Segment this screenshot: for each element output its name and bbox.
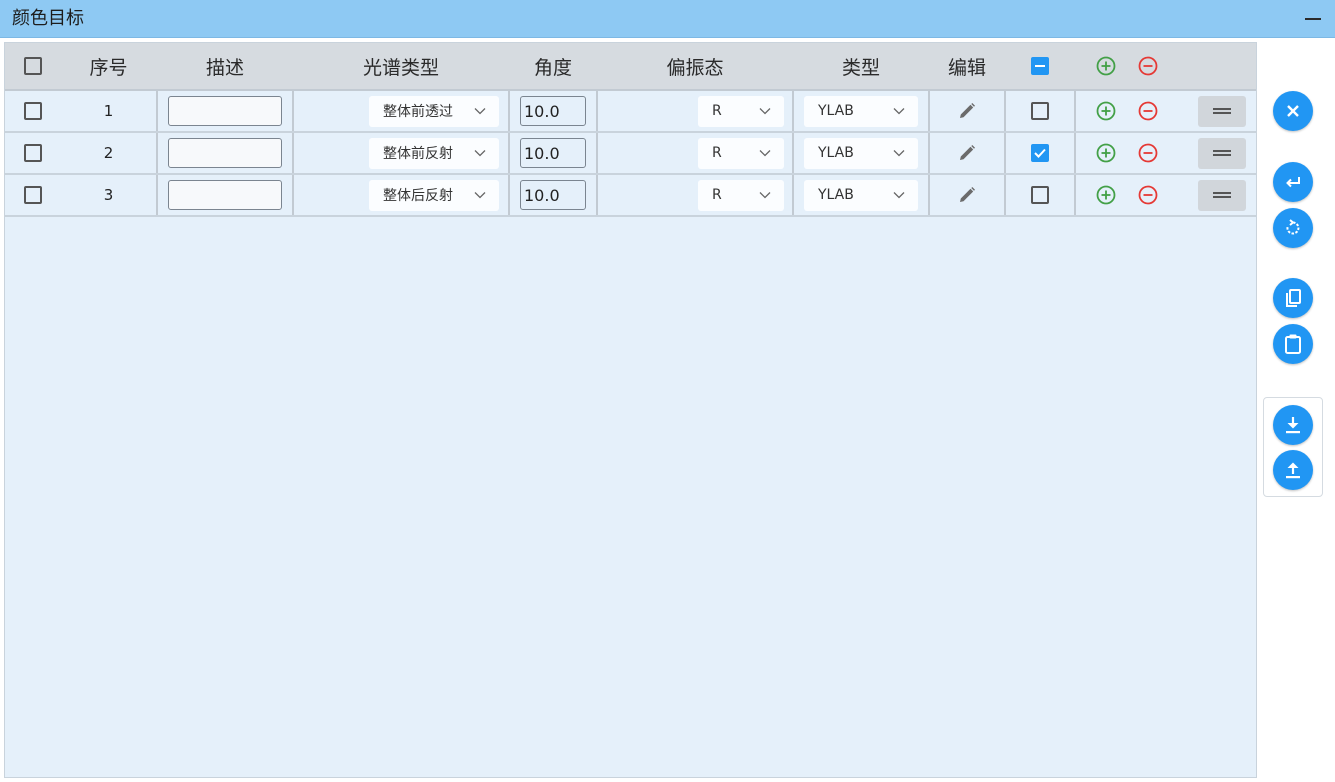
table-row[interactable]: 2 整体前反射 10.0 R YLAB <box>5 133 1256 175</box>
add-circle-icon[interactable] <box>1096 56 1116 76</box>
add-circle-icon[interactable] <box>1096 185 1116 205</box>
remove-circle-icon[interactable] <box>1138 56 1158 76</box>
window-title: 颜色目标 <box>12 8 84 29</box>
row-select-checkbox[interactable] <box>24 186 42 204</box>
type-value: YLAB <box>818 187 854 203</box>
drag-handle[interactable] <box>1198 95 1246 127</box>
header-actions <box>1076 43 1256 89</box>
angle-input[interactable]: 10.0 <box>520 138 586 168</box>
minimize-button[interactable] <box>1305 18 1321 20</box>
copy-icon <box>1286 289 1301 307</box>
header-select-all <box>5 43 61 89</box>
spectrum-value: 整体后反射 <box>383 188 453 204</box>
close-button[interactable] <box>1273 91 1313 131</box>
type-select[interactable]: YLAB <box>804 137 918 169</box>
paste-button[interactable] <box>1273 324 1313 364</box>
table-row[interactable]: 3 整体后反射 10.0 R YLAB <box>5 175 1256 217</box>
enabled-all-checkbox[interactable] <box>1031 57 1049 75</box>
copy-button[interactable] <box>1273 278 1313 318</box>
row-enabled-checkbox[interactable] <box>1031 102 1049 120</box>
upload-button[interactable] <box>1273 450 1313 490</box>
row-enabled-checkbox[interactable] <box>1031 186 1049 204</box>
download-button[interactable] <box>1273 405 1313 445</box>
angle-input[interactable]: 10.0 <box>520 180 586 210</box>
polarization-select[interactable]: R <box>698 179 784 211</box>
drag-handle-icon <box>1213 150 1231 156</box>
header-index[interactable]: 序号 <box>61 43 156 89</box>
row-index: 2 <box>103 144 114 162</box>
spectrum-select[interactable]: 整体前反射 <box>369 137 499 169</box>
header-desc[interactable]: 描述 <box>158 43 292 89</box>
spectrum-value: 整体前反射 <box>383 146 453 162</box>
chevron-down-icon <box>893 107 905 114</box>
angle-input[interactable]: 10.0 <box>520 96 586 126</box>
type-select[interactable]: YLAB <box>804 95 918 127</box>
remove-circle-icon[interactable] <box>1138 143 1158 163</box>
return-button[interactable] <box>1273 162 1313 202</box>
chevron-down-icon <box>474 191 486 198</box>
checkmark-icon <box>1034 148 1046 158</box>
spectrum-select[interactable]: 整体后反射 <box>369 179 499 211</box>
spectrum-select[interactable]: 整体前透过 <box>369 95 499 127</box>
chevron-down-icon <box>759 149 771 156</box>
chevron-down-icon <box>474 107 486 114</box>
title-bar: 颜色目标 <box>0 0 1335 38</box>
chevron-down-icon <box>474 149 486 156</box>
drag-handle-icon <box>1213 108 1231 114</box>
paste-icon <box>1285 334 1301 354</box>
chevron-down-icon <box>893 149 905 156</box>
header-edit[interactable]: 编辑 <box>930 43 1004 89</box>
remove-circle-icon[interactable] <box>1138 185 1158 205</box>
chevron-down-icon <box>893 191 905 198</box>
header-enabled <box>1006 43 1074 89</box>
row-index: 1 <box>103 102 114 120</box>
drag-handle[interactable] <box>1198 137 1246 169</box>
description-input[interactable] <box>168 138 282 168</box>
close-icon <box>1287 105 1299 117</box>
spectrum-value: 整体前透过 <box>383 104 453 120</box>
chevron-down-icon <box>759 107 771 114</box>
header-type[interactable]: 类型 <box>794 43 928 89</box>
drag-handle-icon <box>1213 192 1231 198</box>
grid-header: 序号 描述 光谱类型 角度 偏振态 类型 编辑 <box>5 43 1256 91</box>
row-select-checkbox[interactable] <box>24 102 42 120</box>
header-polarization[interactable]: 偏振态 <box>598 43 792 89</box>
polarization-value: R <box>712 187 722 203</box>
pencil-icon[interactable] <box>957 101 977 121</box>
pencil-icon[interactable] <box>957 143 977 163</box>
remove-circle-icon[interactable] <box>1138 101 1158 121</box>
header-angle[interactable]: 角度 <box>510 43 596 89</box>
reset-button[interactable] <box>1273 208 1313 248</box>
polarization-select[interactable]: R <box>698 137 784 169</box>
row-select-checkbox[interactable] <box>24 144 42 162</box>
upload-icon <box>1286 462 1300 479</box>
row-index: 3 <box>103 186 114 204</box>
add-circle-icon[interactable] <box>1096 101 1116 121</box>
pencil-icon[interactable] <box>957 185 977 205</box>
polarization-value: R <box>712 145 722 161</box>
table-row[interactable]: 1 整体前透过 10.0 R YLAB <box>5 91 1256 133</box>
type-select[interactable]: YLAB <box>804 179 918 211</box>
chevron-down-icon <box>759 191 771 198</box>
reset-icon <box>1286 219 1300 235</box>
add-circle-icon[interactable] <box>1096 143 1116 163</box>
description-input[interactable] <box>168 96 282 126</box>
polarization-select[interactable]: R <box>698 95 784 127</box>
row-enabled-checkbox[interactable] <box>1031 144 1049 162</box>
polarization-value: R <box>712 103 722 119</box>
header-spectrum[interactable]: 光谱类型 <box>294 43 508 89</box>
type-value: YLAB <box>818 103 854 119</box>
description-input[interactable] <box>168 180 282 210</box>
return-icon <box>1286 177 1300 188</box>
download-icon <box>1286 417 1300 434</box>
drag-handle[interactable] <box>1198 179 1246 211</box>
data-grid: 序号 描述 光谱类型 角度 偏振态 类型 编辑 1 整体前透过 10.0 R Y… <box>4 42 1257 778</box>
select-all-checkbox[interactable] <box>24 57 42 75</box>
type-value: YLAB <box>818 145 854 161</box>
